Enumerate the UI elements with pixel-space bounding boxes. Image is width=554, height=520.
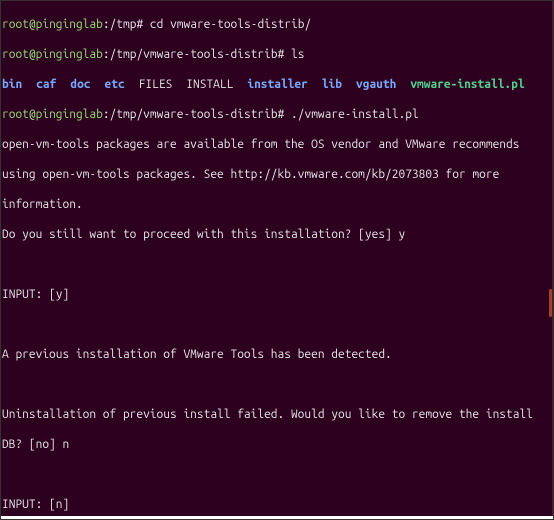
command-ls: ls [291, 48, 304, 61]
ls-item-dir: etc [105, 78, 125, 91]
ls-item-dir: vgauth [356, 78, 396, 91]
command-cd: cd vmware-tools-distrib/ [150, 18, 311, 31]
prompt-cwd: /tmp [110, 18, 137, 31]
prompt-line: root@pinginglab:/tmp/vmware-tools-distri… [2, 107, 549, 122]
installer-uninstall-prompt: DB? [no] n [2, 437, 549, 452]
ls-item-dir: lib [322, 78, 342, 91]
ls-item-dir: bin [2, 78, 22, 91]
prompt-cwd: /tmp/vmware-tools-distrib [110, 48, 278, 61]
prompt-user-host: root@pinginglab [2, 108, 103, 121]
ls-item-executable: vmware-install.pl [410, 78, 524, 91]
installer-proceed-prompt: Do you still want to proceed with this i… [2, 227, 549, 242]
prompt-line: root@pinginglab:/tmp# cd vmware-tools-di… [2, 17, 549, 32]
blank-line [2, 377, 549, 392]
ls-item-file: INSTALL [186, 78, 233, 91]
scrollbar-track[interactable] [552, 0, 553, 516]
installer-detect-msg: A previous installation of VMware Tools … [2, 347, 549, 362]
ls-item-dir: caf [36, 78, 56, 91]
installer-uninstall-prompt: Uninstallation of previous install faile… [2, 407, 549, 422]
blank-line [2, 257, 549, 272]
prompt-user-host: root@pinginglab [2, 18, 103, 31]
ls-item-dir: installer [247, 78, 307, 91]
installer-input-echo: INPUT: [y] [2, 287, 549, 302]
command-run-installer: ./vmware-install.pl [291, 108, 419, 121]
terminal-window[interactable]: root@pinginglab:/tmp# cd vmware-tools-di… [0, 0, 553, 516]
prompt-user-host: root@pinginglab [2, 48, 103, 61]
installer-input-echo: INPUT: [n] [2, 497, 549, 512]
blank-line [2, 317, 549, 332]
ls-output: bin caf doc etc FILES INSTALL installer lib vgau… [2, 77, 549, 92]
ls-item-dir: doc [70, 78, 90, 91]
installer-message: using open-vm-tools packages. See http:/… [2, 167, 549, 182]
ls-item-file: FILES [139, 78, 173, 91]
prompt-cwd: /tmp/vmware-tools-distrib [110, 108, 278, 121]
installer-message: open-vm-tools packages are available fro… [2, 137, 549, 152]
prompt-line: root@pinginglab:/tmp/vmware-tools-distri… [2, 47, 549, 62]
installer-message: information. [2, 197, 549, 212]
blank-line [2, 467, 549, 482]
